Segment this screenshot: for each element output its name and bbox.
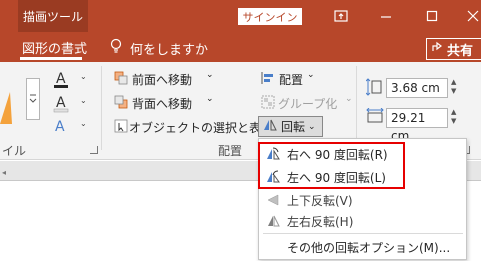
active-tab-indicator [20, 57, 82, 60]
align-icon [261, 71, 275, 88]
shape-style-preview-icon[interactable] [0, 90, 12, 129]
close-icon[interactable] [463, 6, 481, 26]
tell-me-box[interactable]: 何をしますか [110, 38, 208, 58]
bring-forward-button[interactable]: 前面へ移動 [132, 71, 192, 88]
flip-vertical-icon [259, 193, 287, 207]
tell-me-label: 何をしますか [130, 42, 209, 58]
share-icon [431, 41, 443, 57]
collapse-icon[interactable]: ◂ [2, 168, 6, 177]
chevron-down-icon[interactable]: ⌄ [206, 94, 214, 104]
group-label-arrange: 配置 [218, 144, 243, 158]
group-objects-icon [261, 95, 275, 112]
svg-text:A: A [56, 95, 66, 111]
selection-pane-button[interactable]: オブジェクトの選択と表示 [129, 119, 273, 136]
chevron-down-icon[interactable]: ⌄ [80, 72, 87, 81]
rotate-icon [262, 118, 278, 135]
width-spinner[interactable]: ▲ ▼ [451, 108, 461, 126]
width-icon [366, 107, 384, 127]
menu-item-flip-vertical[interactable]: 上下反転(V) [259, 189, 466, 211]
fill-color-icon[interactable]: A [53, 70, 69, 93]
menu-separator [263, 233, 463, 234]
flip-horizontal-icon [259, 214, 287, 228]
chevron-down-icon[interactable]: ⌄ [206, 70, 214, 80]
menu-item-more-rotation-options[interactable]: その他の回転オプション(M)... [259, 236, 466, 258]
svg-text:A: A [56, 71, 66, 87]
chevron-down-icon[interactable]: ⌄ [80, 119, 87, 128]
group-separator [101, 66, 102, 150]
outline-color-icon[interactable]: A [53, 94, 69, 117]
send-backward-icon [114, 95, 128, 112]
height-spinner[interactable]: ▲ ▼ [451, 78, 461, 96]
chevron-down-icon[interactable]: ⌄ [307, 70, 315, 80]
highlight-annotation [258, 142, 405, 189]
style-gallery-scroll[interactable] [26, 78, 40, 120]
height-field[interactable]: 3.68 cm [386, 78, 448, 98]
share-label: 共有 [447, 43, 474, 59]
chevron-down-icon[interactable]: ⌄ [345, 94, 353, 104]
minimize-icon[interactable] [376, 6, 396, 26]
chevron-down-icon[interactable]: ⌄ [80, 96, 87, 105]
maximize-icon[interactable] [422, 6, 442, 26]
group-button[interactable]: グループ化 [278, 95, 337, 112]
svg-text:A: A [55, 119, 65, 135]
bring-forward-icon [114, 71, 128, 88]
tab-shape-format[interactable]: 図形の書式 [22, 38, 87, 57]
send-backward-button[interactable]: 背面へ移動 [132, 95, 192, 112]
group-label-styles: イル [2, 144, 27, 158]
rotate-label: 回転 [281, 120, 306, 134]
rotate-button[interactable]: 回転 ⌄ [258, 116, 323, 137]
lightbulb-icon [110, 38, 122, 58]
selection-pane-icon [114, 119, 128, 136]
share-button[interactable]: 共有 [426, 38, 481, 60]
align-button[interactable]: 配置 [279, 71, 303, 88]
signin-button[interactable]: サインイン [238, 8, 302, 25]
width-field[interactable]: 29.21 cm [386, 108, 448, 143]
restore-ribbon-icon[interactable] [331, 6, 351, 26]
menu-item-flip-horizontal[interactable]: 左右反転(H) [259, 210, 466, 232]
chevron-down-icon: ⌄ [308, 121, 316, 132]
context-tab-group: 描画ツール [18, 0, 88, 32]
text-effects-icon[interactable]: A [53, 117, 69, 138]
dialog-launcher-icon[interactable] [90, 146, 98, 154]
height-icon [365, 78, 382, 99]
